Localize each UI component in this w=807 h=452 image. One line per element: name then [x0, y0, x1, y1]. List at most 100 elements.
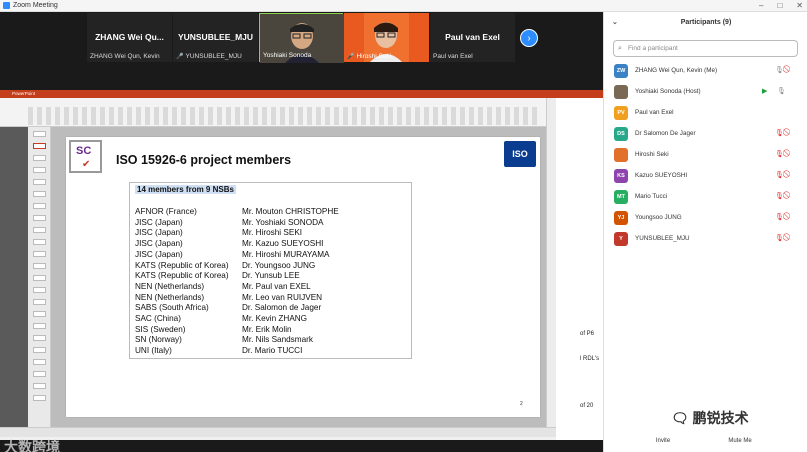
mute-me-button[interactable]: Mute Me [722, 434, 758, 448]
participant-row[interactable]: MT Mario Tucci 🎙 ⃠ [604, 188, 807, 209]
background-text: of P6 [580, 331, 595, 337]
zoom-logo-icon [3, 2, 10, 9]
slide-thumbnail[interactable] [33, 191, 46, 197]
mic-muted-icon[interactable]: 🎙 [775, 171, 784, 179]
member-row: SN (Norway) Mr. Nils Sandsmark [135, 335, 313, 345]
slide-thumbnail[interactable] [33, 347, 46, 353]
vertical-scrollbar[interactable] [546, 98, 556, 427]
tile-label: Hiroshi Seki [356, 53, 392, 60]
slide-thumbnail[interactable] [33, 359, 46, 365]
mic-muted-icon: 🎤 [347, 54, 355, 60]
slide-thumbnail[interactable] [33, 335, 46, 341]
minimize-icon[interactable]: – [759, 1, 763, 10]
participant-row[interactable]: YJ Youngsoo JUNG 🎙 ⃠ [604, 209, 807, 230]
tile-name: ZHANG Wei Qu... [95, 32, 164, 42]
slide: SC ✔ ISO 15926-6 project members ISO 14 … [66, 137, 540, 417]
slide-thumbnail[interactable] [33, 179, 46, 185]
participant-row[interactable]: KS Kazuo SUEYOSHI 🎙 ⃠ [604, 167, 807, 188]
iso-logo: ISO [504, 141, 536, 167]
invite-button[interactable]: Invite [648, 434, 678, 448]
participant-row[interactable]: DS Dr Salomon De Jager 🎙 ⃠ [604, 125, 807, 146]
search-icon: ⌕ [618, 45, 622, 52]
title-bar: Zoom Meeting – □ ✕ [0, 0, 807, 12]
members-subtitle: 14 members from 9 NSBs [135, 185, 236, 194]
slide-thumbnail[interactable] [33, 239, 46, 245]
slide-thumbnail[interactable] [33, 155, 46, 161]
chevron-down-icon[interactable]: ⌄ [612, 12, 618, 34]
window-title: Zoom Meeting [13, 2, 58, 9]
tile-name: YUNSUBLEE_MJU [177, 32, 254, 42]
avatar: MT [614, 190, 628, 204]
slide-thumbnail[interactable] [33, 299, 46, 305]
member-row: SAC (China) Mr. Kevin ZHANG [135, 314, 308, 323]
avatar: DS [614, 127, 628, 141]
slide-thumbnail[interactable] [33, 167, 46, 173]
tile-name: Paul van Exel [445, 32, 500, 42]
members-textbox[interactable]: 14 members from 9 NSBs AFNOR (France) Mr.… [129, 182, 412, 359]
video-tile[interactable]: YUNSUBLEE_MJU 🎤 YUNSUBLEE_MJU [173, 13, 258, 62]
background-text: l RDL's [580, 356, 600, 362]
left-rail [0, 127, 28, 427]
video-tile-active[interactable]: Yoshiaki Sonoda [259, 13, 344, 63]
avatar [614, 85, 628, 99]
shared-screen: PowerPoint SC ✔ ISO 15926-6 project memb… [0, 90, 603, 440]
tile-label: YUNSUBLEE_MJU [185, 53, 242, 60]
participant-row[interactable]: Yoshiaki Sonoda (Host) ▶ 🎙 [604, 83, 807, 104]
slide-thumbnail[interactable] [33, 323, 46, 329]
member-row: KATS (Republic of Korea) Dr. Youngsoo JUN… [135, 260, 316, 270]
window-controls: – □ ✕ [759, 1, 803, 10]
avatar: YJ [614, 211, 628, 225]
ribbon-toolbar [28, 107, 538, 125]
video-tile[interactable]: Paul van Exel Paul van Exel [430, 13, 515, 62]
participants-header: ⌄ Participants (9) [604, 12, 807, 34]
slide-thumbnail[interactable] [33, 227, 46, 233]
mic-muted-icon[interactable]: 🎙 [775, 213, 784, 221]
member-row: NEN (Netherlands) Mr. Paul van EXEL [135, 281, 311, 291]
mic-icon[interactable]: 🎙 [777, 87, 786, 95]
member-row: JISC (Japan) Mr. Yoshiaki SONODA [135, 217, 324, 227]
powerpoint-statusbar [0, 427, 556, 437]
participant-row[interactable]: ZW ZHANG Wei Qun, Kevin (Me) 🎙 ⃠ [604, 62, 807, 83]
member-row: UNI (Italy) Dr. Mario TUCCI [135, 346, 303, 356]
slide-thumbnail[interactable] [33, 263, 46, 269]
participant-search-input[interactable]: ⌕ Find a participant [613, 40, 798, 57]
video-on-icon[interactable]: ▶ [762, 87, 767, 95]
member-row: JISC (Japan) Mr. Kazuo SUEYOSHI [135, 239, 324, 249]
mic-icon[interactable]: 🎙 [775, 66, 784, 74]
close-icon[interactable]: ✕ [796, 1, 803, 10]
member-row: SABS (South Africa) Dr. Salomon de Jager [135, 303, 322, 313]
tile-label: ZHANG Wei Qun, Kevin [90, 53, 160, 60]
avatar [614, 148, 628, 162]
slide-thumbnail[interactable] [33, 251, 46, 257]
wechat-watermark: 🗨 鹏锐技术 [671, 410, 749, 426]
slide-thumbnail[interactable] [33, 371, 46, 377]
slide-thumbnail[interactable] [33, 395, 46, 401]
slide-thumbnail[interactable] [33, 143, 46, 149]
participant-row[interactable]: Hiroshi Seki 🎙 ⃠ [604, 146, 807, 167]
slide-thumbnail[interactable] [33, 131, 46, 137]
powerpoint-titlebar: PowerPoint [0, 90, 603, 98]
mic-muted-icon[interactable]: 🎙 [775, 192, 784, 200]
video-tile[interactable]: ZHANG Wei Qu... ZHANG Wei Qun, Kevin [87, 13, 172, 62]
video-tile[interactable]: 🎤 Hiroshi Seki [344, 13, 429, 62]
slide-thumbnail[interactable] [33, 215, 46, 221]
slide-thumbnail[interactable] [33, 275, 46, 281]
participant-row[interactable]: PV Paul van Exel [604, 104, 807, 125]
chevron-right-icon[interactable]: › [520, 29, 538, 47]
mic-muted-icon[interactable]: 🎙 [775, 234, 784, 242]
slide-thumbnail[interactable] [33, 311, 46, 317]
slide-thumbnail[interactable] [33, 203, 46, 209]
slide-thumbnail[interactable] [33, 383, 46, 389]
avatar: KS [614, 169, 628, 183]
member-row: KATS (Republic of Korea) Dr. Yunsub LEE [135, 271, 300, 281]
mic-muted-icon[interactable]: 🎙 [775, 150, 784, 158]
sc-logo: SC ✔ [69, 140, 102, 173]
avatar: ZW [614, 64, 628, 78]
slide-thumbnail-pane [28, 127, 51, 427]
participant-row[interactable]: Y YUNSUBLEE_MJU 🎙 ⃠ [604, 230, 807, 251]
background-text: of 20 [580, 403, 594, 409]
slide-thumbnail[interactable] [33, 287, 46, 293]
checkmark-icon: ✔ [82, 159, 91, 170]
maximize-icon[interactable]: □ [777, 1, 782, 10]
mic-muted-icon[interactable]: 🎙 [775, 129, 784, 137]
